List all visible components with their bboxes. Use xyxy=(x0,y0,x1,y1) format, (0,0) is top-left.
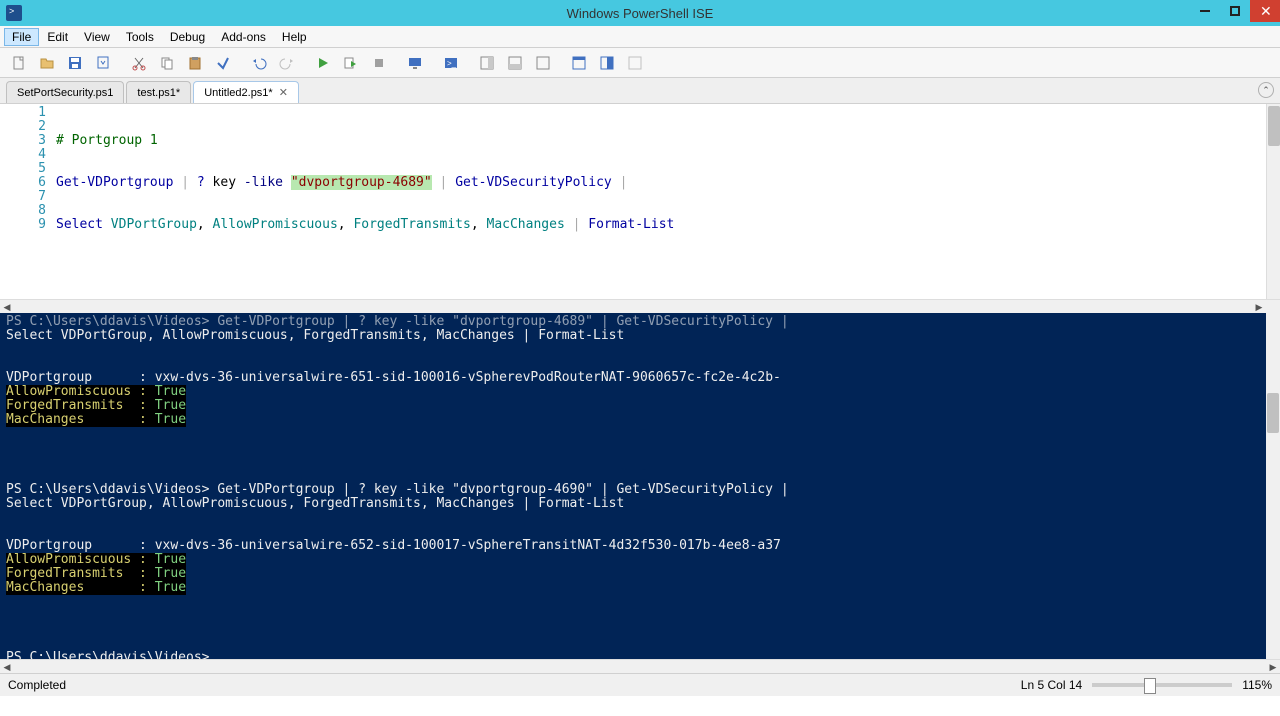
tab-close-icon[interactable]: ✕ xyxy=(279,86,288,99)
console-line: PS C:\Users\ddavis\Videos> Get-VDPortgro… xyxy=(6,315,1274,329)
redo-button[interactable] xyxy=(274,50,300,76)
layout-right-button[interactable] xyxy=(474,50,500,76)
new-file-button[interactable] xyxy=(6,50,32,76)
save-all-button[interactable] xyxy=(90,50,116,76)
app-icon xyxy=(6,5,22,21)
editor-hscrollbar[interactable]: ◀▶ xyxy=(0,299,1280,313)
window-title: Windows PowerShell ISE xyxy=(567,6,714,21)
zoom-level: 115% xyxy=(1242,678,1272,692)
help-window-button[interactable] xyxy=(622,50,648,76)
tab-untitled2[interactable]: Untitled2.ps1* ✕ xyxy=(193,81,299,103)
tab-label: SetPortSecurity.ps1 xyxy=(17,87,113,99)
menu-debug[interactable]: Debug xyxy=(162,28,213,46)
line-gutter: 123456789 xyxy=(0,104,56,299)
svg-text:>_: >_ xyxy=(447,59,457,68)
console-hscrollbar[interactable]: ◀▶ xyxy=(0,659,1280,673)
close-button[interactable]: ✕ xyxy=(1250,0,1280,22)
console-line: PS C:\Users\ddavis\Videos> Get-VDPortgro… xyxy=(6,483,1274,497)
console-vscrollbar[interactable] xyxy=(1266,313,1280,659)
status-bar: Completed Ln 5 Col 14 115% xyxy=(0,673,1280,696)
code-area[interactable]: # Portgroup 1 Get-VDPortgroup | ? key -l… xyxy=(56,104,1280,299)
menu-edit[interactable]: Edit xyxy=(39,28,76,46)
script-editor[interactable]: 123456789 # Portgroup 1 Get-VDPortgroup … xyxy=(0,104,1280,299)
menu-help[interactable]: Help xyxy=(274,28,315,46)
cut-button[interactable] xyxy=(126,50,152,76)
run-button[interactable] xyxy=(310,50,336,76)
undo-button[interactable] xyxy=(246,50,272,76)
console-line: Select VDPortGroup, AllowPromiscuous, Fo… xyxy=(6,329,1274,343)
tab-label: test.ps1* xyxy=(137,87,180,99)
editor-vscrollbar[interactable] xyxy=(1266,104,1280,299)
toolbar: >_ xyxy=(0,48,1280,78)
remote-button[interactable] xyxy=(402,50,428,76)
paste-button[interactable] xyxy=(182,50,208,76)
menu-addons[interactable]: Add-ons xyxy=(213,28,274,46)
console-prompt[interactable]: PS C:\Users\ddavis\Videos> xyxy=(6,651,1274,659)
clear-button[interactable] xyxy=(210,50,236,76)
minimize-button[interactable] xyxy=(1190,0,1220,22)
powershell-button[interactable]: >_ xyxy=(438,50,464,76)
tab-test[interactable]: test.ps1* xyxy=(126,81,191,103)
menu-view[interactable]: View xyxy=(76,28,118,46)
window-controls: ✕ xyxy=(1190,0,1280,22)
editor-tabs: SetPortSecurity.ps1 test.ps1* Untitled2.… xyxy=(0,78,1280,104)
console-line: Select VDPortGroup, AllowPromiscuous, Fo… xyxy=(6,497,1274,511)
menu-bar: File Edit View Tools Debug Add-ons Help xyxy=(0,26,1280,48)
tab-label: Untitled2.ps1* xyxy=(204,87,273,99)
copy-button[interactable] xyxy=(154,50,180,76)
title-bar: Windows PowerShell ISE ✕ xyxy=(0,0,1280,26)
layout-bottom-button[interactable] xyxy=(502,50,528,76)
command-addon-button[interactable] xyxy=(594,50,620,76)
menu-file[interactable]: File xyxy=(4,28,39,46)
menu-tools[interactable]: Tools xyxy=(118,28,162,46)
status-text: Completed xyxy=(8,678,66,692)
run-selection-button[interactable] xyxy=(338,50,364,76)
zoom-slider[interactable] xyxy=(1092,683,1232,687)
command-window-button[interactable] xyxy=(566,50,592,76)
stop-button[interactable] xyxy=(366,50,392,76)
layout-max-button[interactable] xyxy=(530,50,556,76)
open-file-button[interactable] xyxy=(34,50,60,76)
save-button[interactable] xyxy=(62,50,88,76)
tab-setportsecurity[interactable]: SetPortSecurity.ps1 xyxy=(6,81,124,103)
cursor-position: Ln 5 Col 14 xyxy=(1021,678,1082,692)
console-pane[interactable]: PS C:\Users\ddavis\Videos> Get-VDPortgro… xyxy=(0,313,1280,659)
collapse-editor-button[interactable]: ⌃ xyxy=(1258,82,1274,98)
maximize-button[interactable] xyxy=(1220,0,1250,22)
